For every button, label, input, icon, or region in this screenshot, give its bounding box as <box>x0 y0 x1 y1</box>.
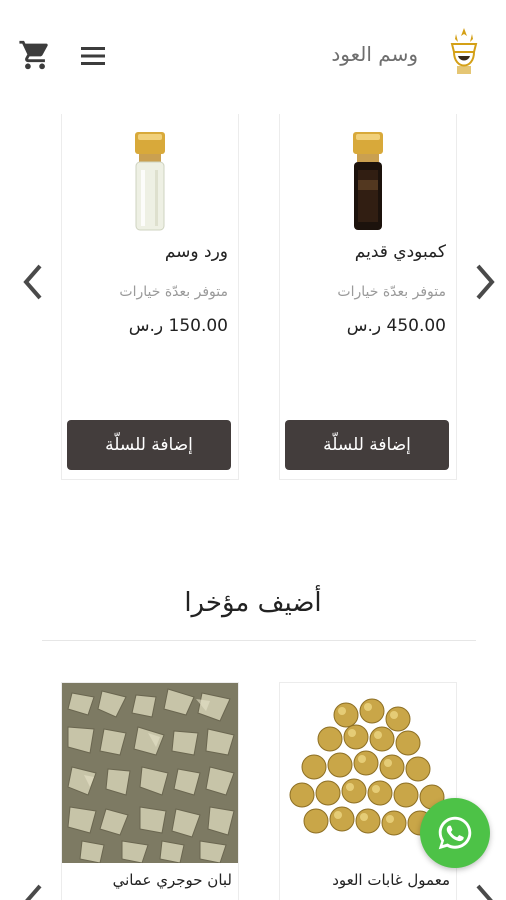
carousel-next-arrow[interactable] <box>470 260 500 304</box>
product-image[interactable] <box>62 114 238 234</box>
product-price: 150.00 ر.س <box>128 316 228 336</box>
whatsapp-icon <box>438 816 472 850</box>
add-to-cart-button[interactable]: إضافة للسلّة <box>67 420 231 470</box>
cart-icon[interactable] <box>18 38 52 72</box>
carousel-prev-arrow[interactable] <box>18 260 48 304</box>
brand-name[interactable]: وسم العود <box>331 42 418 66</box>
product-card[interactable]: ورد وسم متوفر بعدّة خيارات 150.00 ر.س إض… <box>61 114 239 480</box>
recent-carousel-prev-arrow[interactable] <box>18 880 48 900</box>
add-to-cart-button[interactable]: إضافة للسلّة <box>285 420 449 470</box>
recent-product-card[interactable]: معمول غابات العود <box>279 682 457 900</box>
product-image[interactable] <box>62 683 238 864</box>
hamburger-menu-icon[interactable] <box>78 42 108 70</box>
crown-logo-icon[interactable] <box>444 26 484 86</box>
product-card[interactable]: كمبودي قديم متوفر بعدّة خيارات 450.00 ر.… <box>279 114 457 480</box>
product-availability: متوفر بعدّة خيارات <box>337 284 446 300</box>
product-title[interactable]: معمول غابات العود <box>332 871 450 889</box>
section-title: أضيف مؤخرا <box>184 588 322 618</box>
whatsapp-chat-button[interactable] <box>420 798 490 868</box>
product-image[interactable] <box>280 114 456 234</box>
product-availability: متوفر بعدّة خيارات <box>119 284 228 300</box>
product-title[interactable]: ورد وسم <box>165 242 228 262</box>
product-title[interactable]: لبان حوجري عماني <box>113 871 232 889</box>
recent-product-card[interactable]: لبان حوجري عماني <box>61 682 239 900</box>
section-divider <box>42 640 476 641</box>
app-header: وسم العود <box>0 0 506 105</box>
recent-carousel-next-arrow[interactable] <box>470 880 500 900</box>
product-title[interactable]: كمبودي قديم <box>355 242 446 262</box>
product-price: 450.00 ر.س <box>346 316 446 336</box>
